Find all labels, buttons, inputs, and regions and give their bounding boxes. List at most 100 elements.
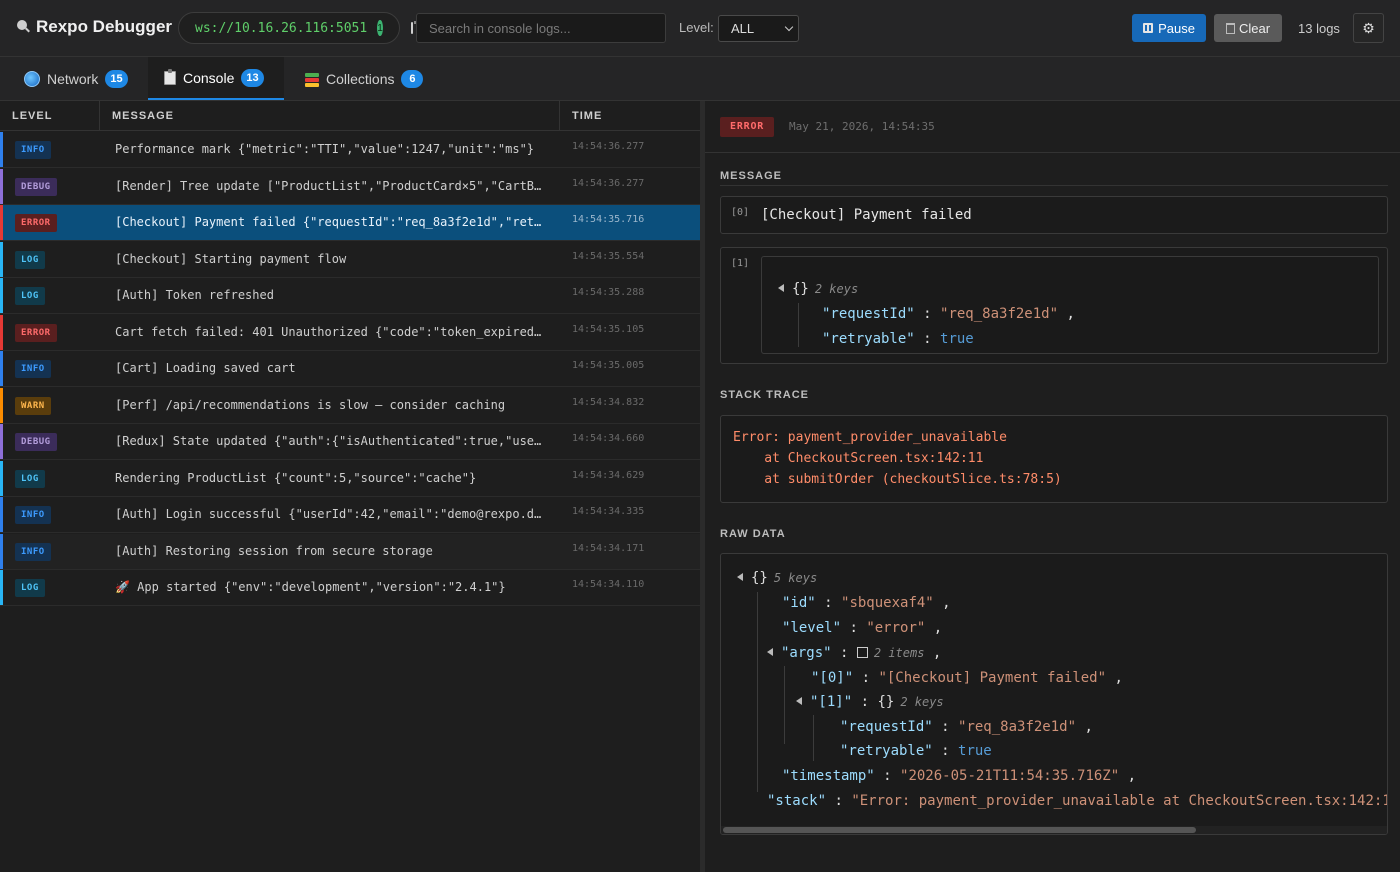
log-time: 14:54:35.005 [572, 360, 645, 371]
table-row[interactable]: WARN [Perf] /api/recommendations is slow … [0, 387, 700, 424]
log-time: 14:54:35.288 [572, 287, 645, 298]
log-time: 14:54:35.716 [572, 214, 645, 225]
level-badge: INFO [15, 506, 51, 524]
log-message: [Cart] Loading saved cart [115, 361, 296, 375]
chevron-down-icon [784, 22, 794, 32]
log-time: 14:54:36.277 [572, 141, 645, 152]
collapse-triangle-icon[interactable] [767, 648, 773, 656]
tab-collections[interactable]: Collections 6 [305, 57, 424, 100]
object-tree-root[interactable]: {} 2 keys [778, 281, 858, 297]
collapse-triangle-icon[interactable] [778, 284, 784, 292]
level-color-bar [0, 314, 3, 350]
level-color-bar [0, 241, 3, 277]
level-color-bar [0, 278, 3, 313]
level-filter-select[interactable]: ALL [718, 15, 799, 42]
column-divider[interactable] [99, 101, 100, 131]
app-title: Rexpo Debugger [16, 17, 172, 37]
table-row[interactable]: INFO Performance mark {"metric":"TTI","va… [0, 132, 700, 168]
horizontal-scrollbar[interactable] [721, 826, 1387, 834]
connection-count-badge: 1 [377, 20, 383, 36]
tree-entry: "retryable" : true [822, 331, 974, 347]
column-divider[interactable] [559, 101, 560, 131]
tree-entry: "level" : "error" , [782, 620, 943, 636]
search-input[interactable] [416, 13, 666, 43]
copy-url-icon[interactable] [410, 21, 418, 34]
table-row[interactable]: LOG [Checkout] Starting payment flow 14:54… [0, 241, 700, 278]
arg-index: [0] [731, 207, 750, 218]
log-time: 14:54:34.629 [572, 469, 645, 481]
connection-url: ws://10.16.26.116:5051 [195, 20, 368, 36]
level-color-bar [0, 168, 3, 204]
stack-trace-box: Error: payment_provider_unavailable at C… [720, 415, 1388, 503]
tree-entry-args[interactable]: "args" : 2 items , [767, 645, 941, 661]
pause-button[interactable]: Pause [1132, 14, 1206, 42]
logs-count: 13 logs [1298, 21, 1340, 36]
table-row[interactable]: ERROR Cart fetch failed: 401 Unauthorized… [0, 314, 700, 351]
magnifier-logo-icon [16, 20, 30, 34]
table-row[interactable]: DEBUG [Render] Tree update ["ProductList"… [0, 168, 700, 205]
level-badge: LOG [15, 469, 45, 488]
settings-button[interactable]: ⚙ [1353, 13, 1384, 43]
clipboard-icon [164, 68, 176, 85]
tab-console-count: 13 [241, 68, 264, 87]
object-icon: {} [751, 570, 768, 586]
table-row[interactable]: LOG [Auth] Token refreshed 14:54:35.288 [0, 278, 700, 314]
log-message: [Auth] Token refreshed [115, 288, 274, 302]
level-badge: DEBUG [15, 177, 57, 196]
tree-guide [813, 715, 814, 761]
table-row[interactable]: INFO [Auth] Restoring session from secure… [0, 533, 700, 570]
column-header-level[interactable]: LEVEL [12, 101, 52, 131]
message-arg-1: [1] {} 2 keys "requestId" : "req_8a3f2e1d… [720, 247, 1388, 364]
table-row[interactable]: INFO [Cart] Loading saved cart 14:54:35.00… [0, 351, 700, 387]
log-message: 🚀 App started {"env":"development","vers… [115, 580, 506, 594]
column-header-time[interactable]: TIME [572, 101, 602, 131]
tree-entry: "retryable" : true [840, 743, 992, 759]
table-row[interactable]: DEBUG [Redux] State updated {"auth":{"isA… [0, 424, 700, 460]
table-row[interactable]: LOG Rendering ProductList {"count":5,"sou… [0, 460, 700, 497]
log-message: [Auth] Login successful {"userId":42,"em… [115, 507, 547, 521]
tab-network[interactable]: Network 15 [24, 57, 128, 100]
log-time: 14:54:34.335 [572, 506, 645, 517]
stack-line: Error: payment_provider_unavailable [733, 430, 1007, 445]
app-title-text: Rexpo Debugger [36, 17, 173, 36]
raw-root[interactable]: {} 5 keys [737, 570, 817, 586]
stack-line: at submitOrder (checkoutSlice.ts:78:5) [733, 472, 1062, 487]
level-color-bar [0, 351, 3, 386]
tab-collections-label: Collections [326, 70, 395, 87]
clear-button-label: Clear [1238, 20, 1271, 36]
column-header-message[interactable]: MESSAGE [112, 101, 174, 131]
log-message: [Checkout] Starting payment flow [115, 251, 347, 266]
table-header: LEVEL MESSAGE TIME [0, 101, 700, 131]
log-time: 14:54:34.110 [572, 579, 645, 590]
level-badge: ERROR [15, 323, 57, 342]
log-message: Performance mark {"metric":"TTI","value"… [115, 142, 535, 156]
arg-index: [1] [731, 258, 750, 269]
tree-entry: "requestId" : "req_8a3f2e1d" , [822, 306, 1075, 322]
tree-entry-args-1[interactable]: "[1]" : {} 2 keys [796, 694, 944, 710]
log-time: 14:54:35.554 [572, 250, 645, 262]
detail-level-badge: ERROR [720, 117, 775, 137]
table-row[interactable]: INFO [Auth] Login successful {"userId":42… [0, 497, 700, 533]
raw-data-section-title: RAW DATA [720, 528, 786, 540]
tree-entry: "requestId" : "req_8a3f2e1d" , [840, 719, 1093, 735]
scrollbar-thumb[interactable] [723, 827, 1196, 833]
collapse-triangle-icon[interactable] [737, 573, 743, 581]
tree-entry: "timestamp" : "2026-05-21T11:54:35.716Z"… [782, 768, 1137, 784]
tab-network-label: Network [47, 70, 99, 87]
table-row[interactable]: LOG 🚀 App started {"env":"development","v… [0, 570, 700, 606]
array-icon [856, 647, 868, 658]
level-color-bar [0, 460, 3, 496]
log-message: [Redux] State updated {"auth":{"isAuthen… [115, 434, 547, 448]
log-time: 14:54:35.105 [572, 323, 645, 335]
level-badge: INFO [15, 360, 51, 378]
clear-button[interactable]: Clear [1214, 14, 1282, 42]
level-filter-value: ALL [731, 21, 755, 36]
collapse-triangle-icon[interactable] [796, 697, 802, 705]
level-color-bar [0, 205, 3, 240]
table-row[interactable]: ERROR [Checkout] Payment failed {"request… [0, 205, 700, 241]
level-color-bar [0, 533, 3, 569]
object-tree: {} 2 keys "requestId" : "req_8a3f2e1d" , … [761, 256, 1379, 354]
log-list-panel: LEVEL MESSAGE TIME INFO Performance mark … [0, 101, 700, 872]
log-message: [Perf] /api/recommendations is slow — co… [115, 397, 506, 412]
tab-console[interactable]: Console 13 [148, 57, 284, 100]
